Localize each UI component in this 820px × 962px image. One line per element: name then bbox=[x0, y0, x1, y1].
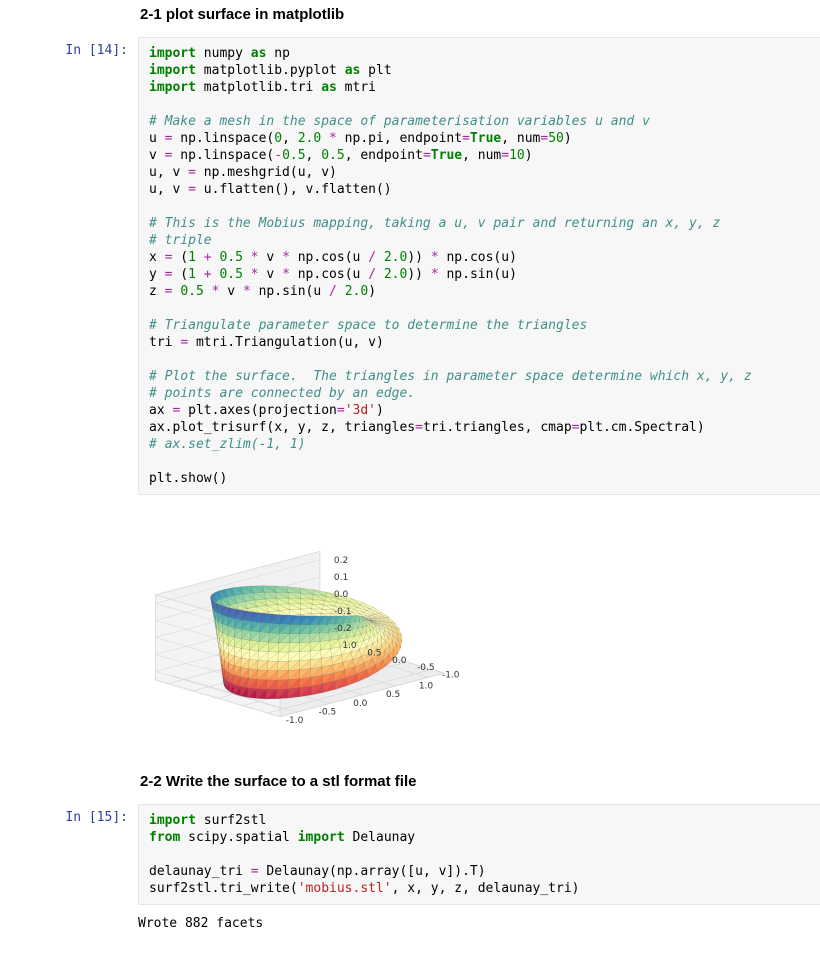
plot-output: -1.0 -0.5 0.0 0.5 1.0 -1.0 -0.5 0.0 0.5 1.0 -0.2 -0… bbox=[140, 509, 500, 737]
code-input-2[interactable]: import surf2stl from scipy.spatial impor… bbox=[138, 804, 820, 905]
svg-text:0.5: 0.5 bbox=[367, 648, 381, 658]
input-prompt-2: In [15]: bbox=[0, 804, 138, 825]
section-heading-2-2: 2-2 Write the surface to a stl format fi… bbox=[140, 773, 820, 790]
svg-text:-0.1: -0.1 bbox=[334, 607, 352, 617]
svg-text:1.0: 1.0 bbox=[419, 681, 434, 691]
svg-text:0.0: 0.0 bbox=[334, 590, 349, 600]
svg-text:1.0: 1.0 bbox=[342, 641, 357, 651]
svg-text:-0.5: -0.5 bbox=[417, 663, 435, 673]
svg-text:0.5: 0.5 bbox=[386, 690, 400, 700]
svg-text:-0.5: -0.5 bbox=[319, 708, 337, 718]
text-output-2: Wrote 882 facets bbox=[138, 911, 820, 932]
section-heading-2-1: 2-1 plot surface in matplotlib bbox=[140, 6, 820, 23]
svg-text:0.2: 0.2 bbox=[334, 556, 348, 566]
svg-text:-1.0: -1.0 bbox=[286, 716, 304, 726]
input-prompt-1: In [14]: bbox=[0, 37, 138, 58]
svg-text:-0.2: -0.2 bbox=[334, 624, 352, 634]
code-cell-1: In [14]: import numpy as np import matpl… bbox=[0, 37, 820, 495]
svg-text:0.0: 0.0 bbox=[353, 699, 368, 709]
svg-text:0.1: 0.1 bbox=[334, 573, 348, 583]
svg-text:-1.0: -1.0 bbox=[442, 670, 460, 680]
notebook: 2-1 plot surface in matplotlib In [14]: … bbox=[0, 6, 820, 962]
mobius-3d-plot: -1.0 -0.5 0.0 0.5 1.0 -1.0 -0.5 0.0 0.5 1.0 -0.2 -0… bbox=[140, 509, 500, 737]
code-cell-2: In [15]: import surf2stl from scipy.spat… bbox=[0, 804, 820, 905]
svg-text:0.0: 0.0 bbox=[392, 656, 407, 666]
code-input-1[interactable]: import numpy as np import matplotlib.pyp… bbox=[138, 37, 820, 495]
